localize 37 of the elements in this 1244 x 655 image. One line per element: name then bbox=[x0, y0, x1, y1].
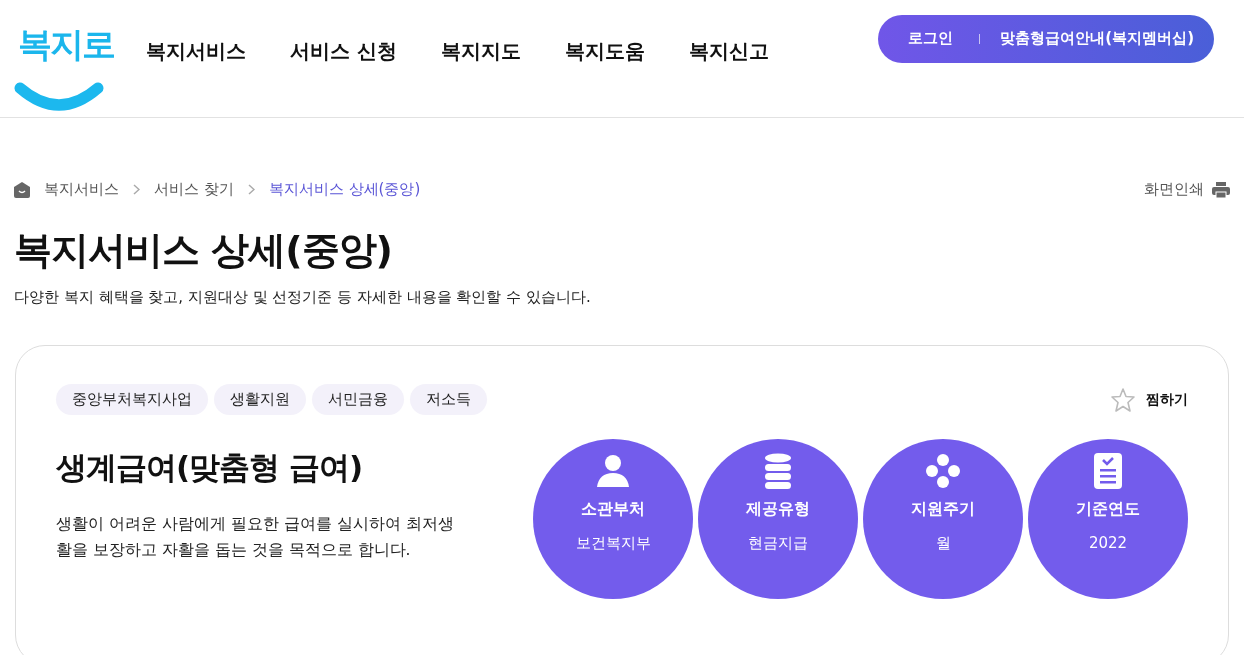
info-label: 소관부처 bbox=[581, 499, 645, 520]
person-icon bbox=[595, 453, 631, 489]
info-label: 제공유형 bbox=[746, 499, 810, 520]
page-title: 복지서비스 상세(중앙) bbox=[14, 227, 393, 274]
tag: 중앙부처복지사업 bbox=[56, 384, 208, 415]
header-link[interactable]: 맞춤형급여안내(복지멤버십) bbox=[1000, 29, 1194, 48]
info-label: 지원주기 bbox=[911, 499, 975, 520]
printer-icon[interactable] bbox=[1212, 181, 1230, 198]
header-link[interactable]: 로그인 bbox=[908, 29, 954, 48]
info-label: 기준연도 bbox=[1076, 499, 1140, 520]
four-dots-icon bbox=[925, 453, 961, 489]
info-value: 보건복지부 bbox=[575, 534, 651, 553]
tag: 생활지원 bbox=[214, 384, 306, 415]
info-value: 2022 bbox=[1088, 534, 1128, 552]
star-icon bbox=[1110, 386, 1136, 413]
breadcrumb-link[interactable]: 복지서비스 bbox=[44, 180, 119, 199]
nav-link[interactable]: 복지도움 bbox=[564, 38, 645, 65]
print-label[interactable]: 화면인쇄 bbox=[1144, 180, 1204, 199]
tag: 저소득 bbox=[410, 384, 487, 415]
favorite-button[interactable]: 찜하기 bbox=[1110, 386, 1188, 413]
home-icon[interactable] bbox=[14, 181, 30, 198]
breadcrumb-link[interactable]: 복지서비스 상세(중앙) bbox=[268, 180, 421, 199]
nav-link[interactable]: 복지신고 bbox=[688, 38, 769, 65]
nav-link[interactable]: 복지지도 bbox=[440, 38, 521, 65]
nav-link[interactable]: 복지서비스 bbox=[146, 38, 246, 65]
checklist-icon bbox=[1094, 453, 1122, 489]
info-value: 현금지급 bbox=[748, 534, 808, 553]
nav-link[interactable]: 서비스 신청 bbox=[290, 38, 397, 65]
info-value: 월 bbox=[935, 534, 951, 553]
chevron-icon bbox=[133, 184, 140, 195]
chevron-icon bbox=[247, 184, 255, 195]
service-description: 생활이 어려운 사람에게 필요한 급여를 실시하여 최저생활을 보장하고 자활을 돕는 것을 목적으로 합니다. bbox=[56, 514, 455, 561]
database-icon bbox=[764, 453, 792, 489]
tag: 서민금융 bbox=[312, 384, 404, 415]
service-title: 생계급여(맞춤형 급여) bbox=[56, 448, 364, 487]
breadcrumb-link[interactable]: 서비스 찾기 bbox=[154, 180, 234, 199]
page-description: 다양한 복지 혜택을 찾고, 지원대상 및 선정기준 등 자세한 내용을 확인할 수 있습니다. bbox=[14, 288, 592, 307]
